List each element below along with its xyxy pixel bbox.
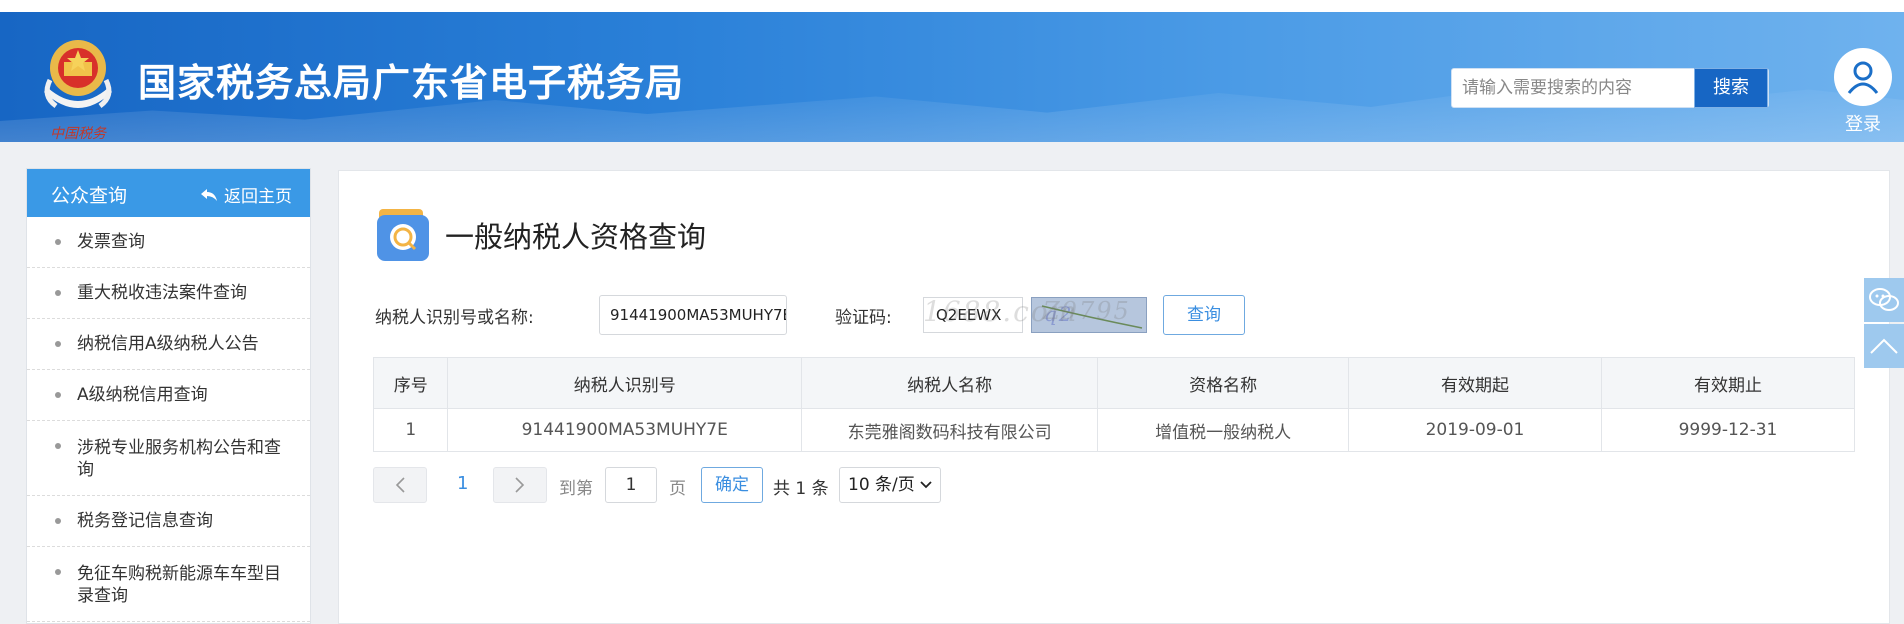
goto-page-input[interactable]: 1 (605, 467, 657, 503)
search-button[interactable]: 搜索 (1694, 68, 1768, 108)
tax-id-label: 纳税人识别号或名称: (375, 308, 534, 328)
total-count: 共 1 条 (773, 479, 829, 499)
page-number-current[interactable]: 1 (457, 473, 468, 494)
chevron-right-icon (515, 477, 525, 493)
column-header-valid-to: 有效期止 (1600, 357, 1856, 409)
sidebar-item-invoice-query[interactable]: 发票查询 (27, 217, 310, 268)
captcha-label: 验证码: (835, 308, 892, 328)
page-size-select[interactable]: 10 条/页 (839, 467, 941, 503)
chevron-up-icon (1870, 338, 1898, 354)
search-document-icon (377, 209, 429, 261)
table-row: 1 91441900MA53MUHY7E 东莞雅阁数码科技有限公司 增值税一般纳… (372, 408, 1856, 452)
wechat-icon (1869, 288, 1899, 311)
tax-id-input[interactable]: 91441900MA53MUHY7E (599, 295, 787, 335)
prev-page-button[interactable] (373, 467, 427, 503)
site-title: 国家税务总局广东省电子税务局 (138, 61, 685, 105)
chevron-down-icon (920, 481, 932, 489)
cell-valid-to: 9999-12-31 (1600, 408, 1856, 452)
wechat-float-button[interactable] (1864, 278, 1904, 322)
query-button[interactable]: 查询 (1163, 295, 1245, 335)
sidebar-item-a-credit-query[interactable]: A级纳税信用查询 (27, 370, 310, 421)
query-form: 纳税人识别号或名称: 91441900MA53MUHY7E 验证码: Q2EEW… (375, 295, 1275, 335)
sidebar-header: 公众查询 返回主页 (27, 169, 310, 217)
sidebar-item-registration-query[interactable]: 税务登记信息查询 (27, 496, 310, 547)
goto-label: 到第 (559, 479, 593, 499)
cell-index: 1 (372, 408, 449, 452)
back-arrow-icon (201, 188, 217, 201)
sidebar-item-tax-agency-query[interactable]: 涉税专业服务机构公告和查询 (27, 421, 310, 496)
cell-qualification: 增值税一般纳税人 (1097, 408, 1349, 452)
sidebar-menu: 发票查询 重大税收违法案件查询 纳税信用A级纳税人公告 A级纳税信用查询 涉税专… (27, 217, 310, 622)
result-table: 序号 纳税人识别号 纳税人名称 资格名称 有效期起 有效期止 1 9144190… (372, 357, 1856, 452)
pagination: 1 到第 1 页 确定 共 1 条 10 条/页 (373, 467, 1073, 505)
user-icon (1834, 48, 1892, 106)
back-to-top-button[interactable] (1864, 324, 1904, 368)
back-home-label: 返回主页 (224, 187, 292, 207)
cell-valid-from: 2019-09-01 (1347, 408, 1602, 452)
page-title: 一般纳税人资格查询 (445, 220, 707, 254)
sidebar-title: 公众查询 (51, 185, 128, 207)
column-header-valid-from: 有效期起 (1347, 357, 1602, 409)
header-search: 搜索 (1451, 68, 1769, 108)
watermark-number: Z9795 (1043, 297, 1131, 325)
site-header: 中国税务 国家税务总局广东省电子税务局 搜索 登录 (0, 12, 1904, 142)
goto-confirm-button[interactable]: 确定 (701, 467, 763, 503)
login-label: 登录 (1845, 114, 1881, 135)
sidebar: 公众查询 返回主页 发票查询 重大税收违法案件查询 纳税信用A级纳税人公告 A级… (26, 168, 311, 624)
sidebar-item-nev-catalog-query[interactable]: 免征车购税新能源车车型目录查询 (27, 547, 310, 622)
next-page-button[interactable] (493, 467, 547, 503)
cell-name: 东莞雅阁数码科技有限公司 (801, 408, 1099, 452)
table-header-row: 序号 纳税人识别号 纳税人名称 资格名称 有效期起 有效期止 (372, 357, 1856, 409)
tax-emblem-logo: 中国税务 (44, 40, 112, 142)
search-input[interactable] (1452, 69, 1696, 107)
page-size-value: 10 条/页 (848, 475, 915, 495)
chevron-left-icon (395, 477, 405, 493)
top-strip (0, 0, 1904, 12)
page-unit-label: 页 (669, 479, 686, 499)
column-header-tax-id: 纳税人识别号 (447, 357, 803, 409)
cell-tax-id: 91441900MA53MUHY7E (447, 408, 803, 452)
column-header-index: 序号 (372, 357, 449, 409)
sidebar-item-major-violation-query[interactable]: 重大税收违法案件查询 (27, 268, 310, 319)
main-panel: 一般纳税人资格查询 纳税人识别号或名称: 91441900MA53MUHY7E … (338, 170, 1890, 624)
column-header-name: 纳税人名称 (801, 357, 1099, 409)
back-home-link[interactable]: 返回主页 (200, 182, 292, 207)
sidebar-item-a-credit-announcement[interactable]: 纳税信用A级纳税人公告 (27, 319, 310, 370)
page-header: 一般纳税人资格查询 (375, 207, 706, 263)
column-header-qualification: 资格名称 (1097, 357, 1349, 409)
svg-text:中国税务: 中国税务 (50, 126, 107, 142)
login-button[interactable]: 登录 (1832, 48, 1894, 136)
